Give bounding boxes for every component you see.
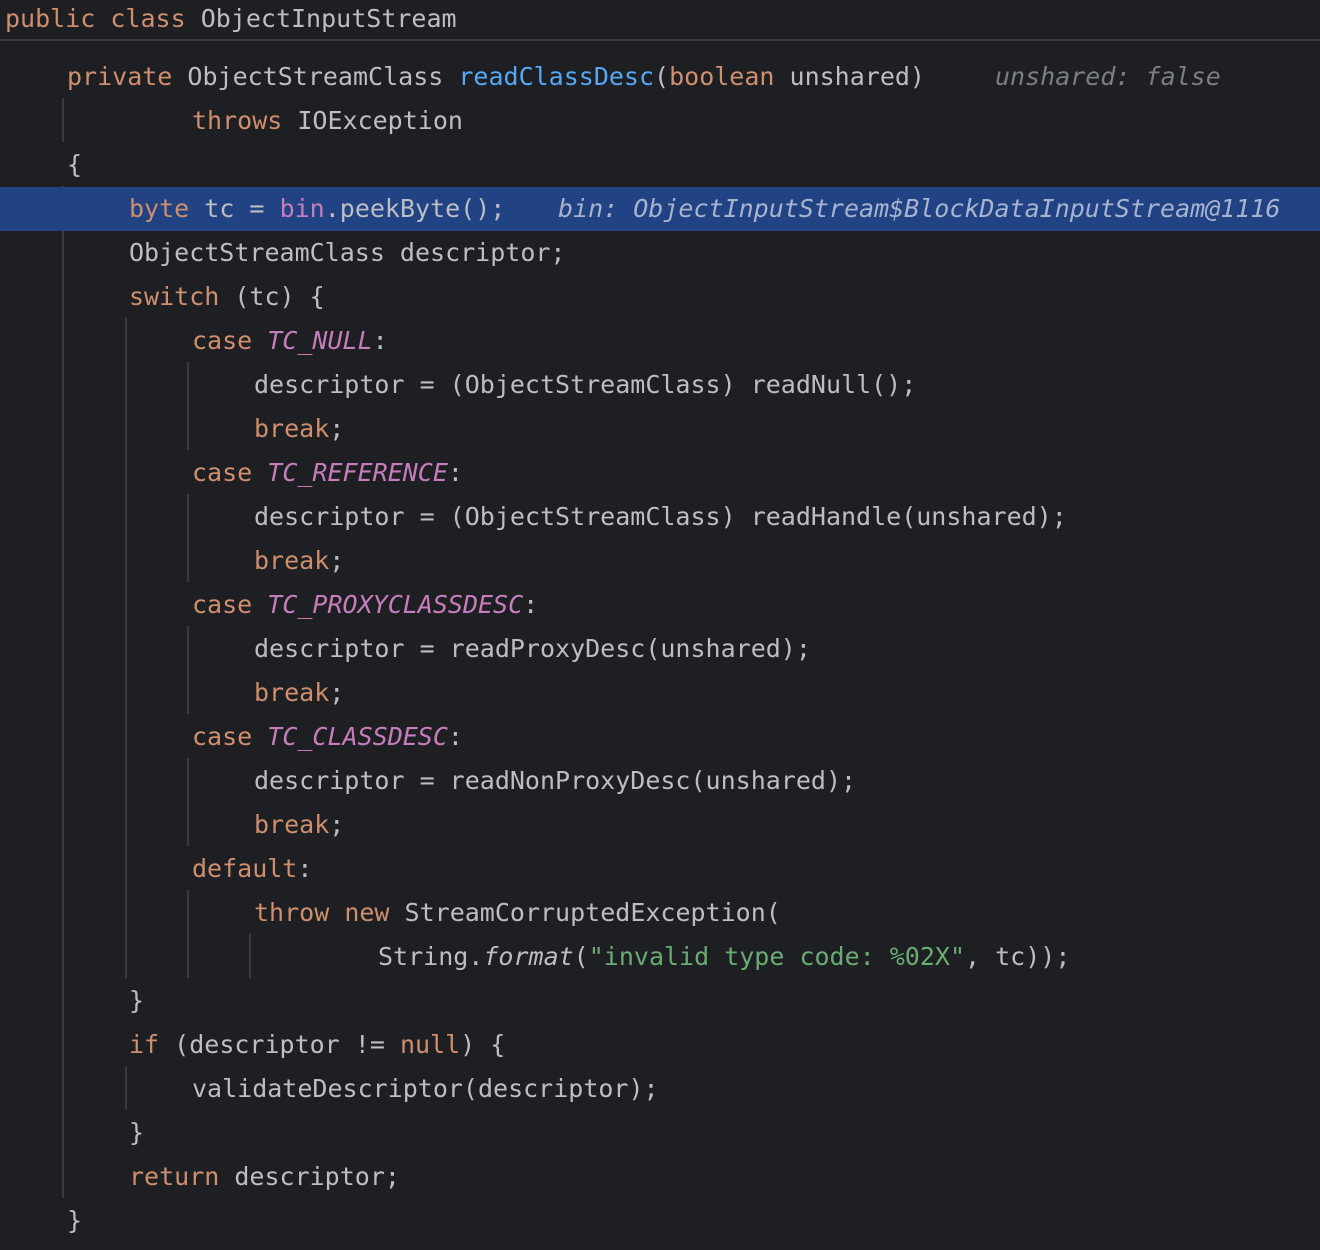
keyword-byte: byte (129, 194, 190, 223)
code-line-8[interactable]: descriptor = (ObjectStreamClass) readNul… (0, 363, 1320, 407)
exception-type: IOException (297, 106, 463, 135)
inline-debug-value-unshared: unshared: false (995, 62, 1221, 91)
colon: : (447, 458, 463, 487)
code-line-11[interactable]: descriptor = (ObjectStreamClass) readHan… (0, 495, 1320, 539)
string-literal: "invalid type code: %02X" (588, 942, 966, 971)
keyword-break: break (254, 678, 330, 707)
keyword-if: if (129, 1030, 160, 1059)
code-line-10[interactable]: case TC_REFERENCE: (0, 451, 1320, 495)
code-line-17[interactable]: descriptor = readNonProxyDesc(unshared); (0, 759, 1320, 803)
statement-readproxydesc: descriptor = readProxyDesc(unshared); (254, 634, 811, 663)
class-string: String. (378, 942, 484, 971)
inline-debug-value-bin: bin: ObjectInputStream$BlockDataInputStr… (558, 194, 1281, 223)
code-line-16[interactable]: case TC_CLASSDESC: (0, 715, 1320, 759)
keyword-case: case (192, 458, 253, 487)
declaration-descriptor: ObjectStreamClass descriptor; (129, 238, 566, 267)
keyword-case: case (192, 326, 253, 355)
statement-validatedescriptor: validateDescriptor(descriptor); (192, 1074, 659, 1103)
constant-tc-proxyclassdesc: TC_PROXYCLASSDESC (267, 590, 524, 619)
keyword-break: break (254, 810, 330, 839)
colon: : (372, 326, 388, 355)
semicolon: ; (329, 414, 345, 443)
return-value: descriptor; (234, 1162, 400, 1191)
class-declaration-line[interactable]: public class ObjectInputStream (5, 3, 457, 35)
code-line-15[interactable]: break; (0, 671, 1320, 715)
return-type: ObjectStreamClass (187, 62, 444, 91)
keyword-break: break (254, 414, 330, 443)
keyword-class: class (110, 4, 186, 33)
code-line-9[interactable]: break; (0, 407, 1320, 451)
code-line-6[interactable]: switch (tc) { (0, 275, 1320, 319)
keyword-switch: switch (129, 282, 220, 311)
keyword-new: new (344, 898, 390, 927)
keyword-private: private (67, 62, 173, 91)
keyword-break: break (254, 546, 330, 575)
code-line-22[interactable]: } (0, 979, 1320, 1023)
code-line-7[interactable]: case TC_NULL: (0, 319, 1320, 363)
semicolon: ; (329, 810, 345, 839)
keyword-boolean: boolean (669, 62, 775, 91)
statement-readnull: descriptor = (ObjectStreamClass) readNul… (254, 370, 917, 399)
class-name: ObjectInputStream (200, 4, 457, 33)
field-bin: bin (279, 194, 325, 223)
statement-readnonproxydesc: descriptor = readNonProxyDesc(unshared); (254, 766, 857, 795)
call-peekbyte: .peekByte(); (324, 194, 506, 223)
semicolon: ; (329, 678, 345, 707)
code-line-21[interactable]: String.format("invalid type code: %02X",… (0, 935, 1320, 979)
code-line-2[interactable]: throws IOException (0, 99, 1320, 143)
if-condition: (descriptor != (174, 1030, 385, 1059)
colon: : (523, 590, 539, 619)
param-unshared: unshared) (789, 62, 925, 91)
exception-constructor: StreamCorruptedException( (404, 898, 781, 927)
var-tc: tc = (204, 194, 265, 223)
switch-expr: (tc) { (234, 282, 325, 311)
static-method-format: format (483, 942, 574, 971)
format-args: , tc)); (965, 942, 1071, 971)
keyword-null: null (399, 1030, 461, 1059)
keyword-return: return (129, 1162, 220, 1191)
code-line-24[interactable]: validateDescriptor(descriptor); (0, 1067, 1320, 1111)
semicolon: ; (329, 546, 345, 575)
brace-close: } (129, 1118, 145, 1147)
code-line-26[interactable]: return descriptor; (0, 1155, 1320, 1199)
keyword-case: case (192, 590, 253, 619)
code-line-3[interactable]: { (0, 143, 1320, 187)
constant-tc-classdesc: TC_CLASSDESC (267, 722, 448, 751)
keyword-case: case (192, 722, 253, 751)
code-line-25[interactable]: } (0, 1111, 1320, 1155)
paren-open: ( (573, 942, 589, 971)
code-line-18[interactable]: break; (0, 803, 1320, 847)
colon: : (297, 854, 313, 883)
code-line-19[interactable]: default: (0, 847, 1320, 891)
keyword-public: public (5, 4, 96, 33)
brace-close: } (129, 986, 145, 1015)
code-line-23[interactable]: if (descriptor != null) { (0, 1023, 1320, 1067)
keyword-default: default (192, 854, 298, 883)
paren-open: ( (654, 62, 670, 91)
code-line-5[interactable]: ObjectStreamClass descriptor; (0, 231, 1320, 275)
keyword-throws: throws (192, 106, 283, 135)
keyword-throw: throw (254, 898, 330, 927)
code-line-27[interactable]: } (0, 1199, 1320, 1243)
editor-sticky-header: public class ObjectInputStream (0, 0, 1320, 41)
code-line-1[interactable]: private ObjectStreamClass readClassDesc(… (0, 55, 1320, 99)
brace-close: } (67, 1206, 83, 1235)
code-line-12[interactable]: break; (0, 539, 1320, 583)
constant-tc-reference: TC_REFERENCE (267, 458, 448, 487)
code-line-13[interactable]: case TC_PROXYCLASSDESC: (0, 583, 1320, 627)
constant-tc-null: TC_NULL (267, 326, 373, 355)
code-line-20[interactable]: throw new StreamCorruptedException( (0, 891, 1320, 935)
code-line-14[interactable]: descriptor = readProxyDesc(unshared); (0, 627, 1320, 671)
colon: : (447, 722, 463, 751)
statement-readhandle: descriptor = (ObjectStreamClass) readHan… (254, 502, 1067, 531)
execution-point-line[interactable]: byte tc = bin.peekByte(); bin: ObjectInpu… (0, 187, 1320, 231)
if-brace: ) { (460, 1030, 506, 1059)
method-name: readClassDesc (458, 62, 655, 91)
brace-open: { (67, 150, 83, 179)
